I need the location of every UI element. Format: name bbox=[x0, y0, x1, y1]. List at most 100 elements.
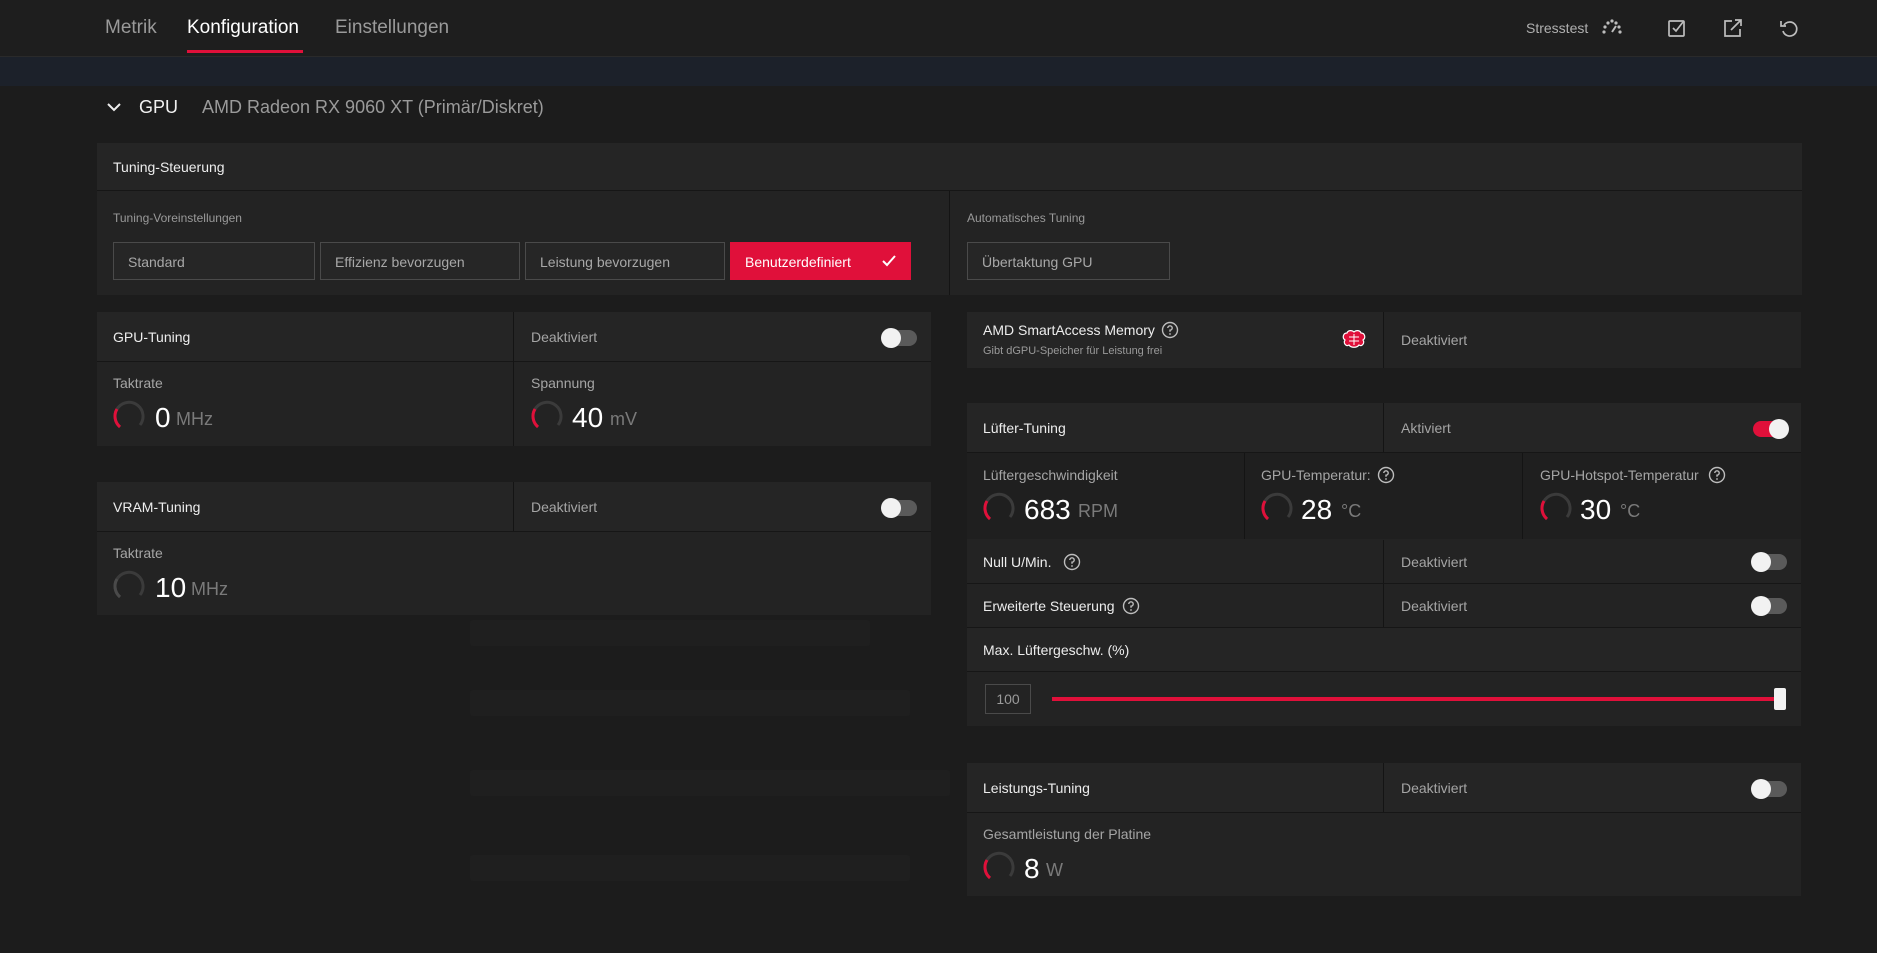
gauge-icon bbox=[529, 398, 563, 432]
auto-overclock-gpu-button[interactable]: Übertaktung GPU bbox=[967, 242, 1170, 280]
export-icon[interactable] bbox=[1721, 16, 1745, 40]
hotspot-temp-unit: °C bbox=[1620, 501, 1641, 521]
background-row bbox=[470, 620, 870, 646]
fan-tuning-title: Lüfter-Tuning bbox=[983, 420, 1066, 436]
zero-rpm-toggle[interactable] bbox=[1751, 552, 1787, 572]
gpu-section-label: GPU bbox=[139, 97, 179, 117]
background-row bbox=[470, 690, 910, 716]
divider bbox=[1383, 584, 1384, 627]
vram-clock-unit: MHz bbox=[191, 579, 228, 599]
power-tuning-toggle[interactable] bbox=[1751, 779, 1787, 799]
gpu-tuning-status: Deaktiviert bbox=[531, 329, 598, 345]
fan-metrics-row: Lüftergeschwindigkeit 683 RPM GPU-Temper… bbox=[967, 453, 1801, 539]
divider bbox=[1383, 763, 1384, 812]
smart-access-memory-header: AMD SmartAccess Memory Gibt dGPU-Speiche… bbox=[967, 312, 1383, 368]
advanced-control-toggle[interactable] bbox=[1751, 596, 1787, 616]
tab-metrik[interactable]: Metrik bbox=[105, 17, 157, 39]
divider bbox=[949, 191, 950, 295]
vram-tuning-toggle[interactable] bbox=[881, 498, 917, 518]
gpu-temp-label: GPU-Temperatur: bbox=[1261, 467, 1371, 483]
power-tuning-status: Deaktiviert bbox=[1401, 780, 1468, 796]
divider bbox=[513, 312, 514, 446]
max-fan-speed-slider-track[interactable] bbox=[1052, 697, 1780, 701]
toggle-knob bbox=[881, 498, 901, 518]
divider bbox=[1383, 312, 1384, 368]
collapse-chevron-icon[interactable] bbox=[104, 97, 124, 117]
brain-chip-icon bbox=[1341, 328, 1367, 352]
tab-einstellungen[interactable]: Einstellungen bbox=[335, 17, 449, 39]
gpu-clock-unit: MHz bbox=[176, 409, 213, 429]
toggle-knob bbox=[1769, 419, 1789, 439]
gpu-temp-unit: °C bbox=[1341, 501, 1362, 521]
gpu-tuning-header: GPU-Tuning Deaktiviert bbox=[97, 312, 931, 362]
toggle-knob bbox=[1751, 552, 1771, 572]
preset-performance[interactable]: Leistung bevorzugen bbox=[525, 242, 725, 280]
board-power-value: 8 bbox=[1024, 853, 1040, 884]
board-power-label: Gesamtleistung der Platine bbox=[983, 826, 1152, 842]
fan-speed-label: Lüftergeschwindigkeit bbox=[983, 467, 1118, 483]
reset-icon[interactable] bbox=[1777, 16, 1801, 40]
top-bar: Metrik Konfiguration Einstellungen Stres… bbox=[0, 0, 1877, 57]
preset-custom[interactable]: Benutzerdefiniert bbox=[730, 242, 911, 280]
divider bbox=[1244, 453, 1245, 539]
tab-konfiguration[interactable]: Konfiguration bbox=[187, 17, 299, 39]
gpu-voltage-label: Spannung bbox=[531, 375, 595, 391]
gpu-tuning-panel: GPU-Tuning Deaktiviert Taktrate 0 MHz Sp… bbox=[97, 312, 931, 446]
stresstest-gauge-icon[interactable] bbox=[1600, 16, 1624, 40]
active-tab-indicator bbox=[187, 50, 303, 53]
gpu-tuning-toggle[interactable] bbox=[881, 328, 917, 348]
background-row bbox=[470, 770, 950, 796]
divider bbox=[1522, 453, 1523, 539]
max-fan-speed-slider-thumb[interactable] bbox=[1774, 688, 1786, 710]
vram-tuning-status: Deaktiviert bbox=[531, 499, 598, 515]
import-icon[interactable] bbox=[1665, 16, 1689, 40]
help-icon[interactable] bbox=[1161, 321, 1179, 339]
background-band bbox=[0, 56, 1877, 86]
max-fan-speed-input[interactable]: 100 bbox=[985, 684, 1031, 714]
tuning-control-header: Tuning-Steuerung bbox=[97, 143, 1802, 191]
gauge-icon bbox=[1259, 490, 1293, 524]
power-tuning-title: Leistungs-Tuning bbox=[983, 780, 1090, 796]
toggle-knob bbox=[1751, 596, 1771, 616]
zero-rpm-row: Null U/Min. Deaktiviert bbox=[967, 540, 1801, 584]
divider bbox=[1383, 540, 1384, 583]
zero-rpm-status: Deaktiviert bbox=[1401, 554, 1468, 570]
max-fan-speed-label: Max. Lüftergeschw. (%) bbox=[983, 642, 1130, 658]
fan-speed-value: 683 bbox=[1024, 494, 1071, 525]
hotspot-temp-label: GPU-Hotspot-Temperatur bbox=[1540, 467, 1699, 483]
gpu-device-name: AMD Radeon RX 9060 XT (Primär/Diskret) bbox=[202, 97, 544, 117]
advanced-control-status: Deaktiviert bbox=[1401, 598, 1468, 614]
smart-access-memory-panel: AMD SmartAccess Memory Gibt dGPU-Speiche… bbox=[967, 312, 1801, 368]
gauge-icon bbox=[1538, 490, 1572, 524]
gauge-icon bbox=[981, 849, 1015, 883]
gauge-icon bbox=[981, 490, 1015, 524]
vram-tuning-title: VRAM-Tuning bbox=[113, 499, 201, 515]
advanced-control-label: Erweiterte Steuerung bbox=[983, 598, 1115, 614]
preset-efficiency[interactable]: Effizienz bevorzugen bbox=[320, 242, 520, 280]
background-row bbox=[470, 855, 910, 881]
toggle-knob bbox=[881, 328, 901, 348]
help-icon[interactable] bbox=[1122, 597, 1140, 615]
presets-label: Tuning-Voreinstellungen bbox=[113, 211, 242, 225]
gpu-clock-value: 0 bbox=[155, 402, 171, 433]
board-power-unit: W bbox=[1046, 860, 1063, 880]
help-icon[interactable] bbox=[1063, 553, 1081, 571]
hotspot-temp-value: 30 bbox=[1580, 494, 1612, 525]
checkmark-icon bbox=[880, 252, 898, 270]
smart-access-memory-title: AMD SmartAccess Memory bbox=[983, 322, 1155, 338]
auto-tuning-label: Automatisches Tuning bbox=[967, 211, 1086, 225]
max-fan-speed-header: Max. Lüftergeschw. (%) bbox=[967, 628, 1801, 672]
vram-tuning-panel: VRAM-Tuning Deaktiviert Taktrate 10 MHz bbox=[97, 482, 931, 615]
gpu-temp-value: 28 bbox=[1301, 494, 1333, 525]
toggle-knob bbox=[1751, 779, 1771, 799]
help-icon[interactable] bbox=[1377, 466, 1395, 484]
divider bbox=[1383, 403, 1384, 452]
gauge-icon bbox=[111, 398, 145, 432]
zero-rpm-label: Null U/Min. bbox=[983, 554, 1052, 570]
preset-standard[interactable]: Standard bbox=[113, 242, 315, 280]
gpu-voltage-value: 40 bbox=[572, 402, 604, 433]
fan-tuning-toggle[interactable] bbox=[1753, 419, 1789, 439]
power-tuning-header: Leistungs-Tuning Deaktiviert bbox=[967, 763, 1801, 813]
tuning-control-title: Tuning-Steuerung bbox=[113, 159, 225, 175]
help-icon[interactable] bbox=[1708, 466, 1726, 484]
